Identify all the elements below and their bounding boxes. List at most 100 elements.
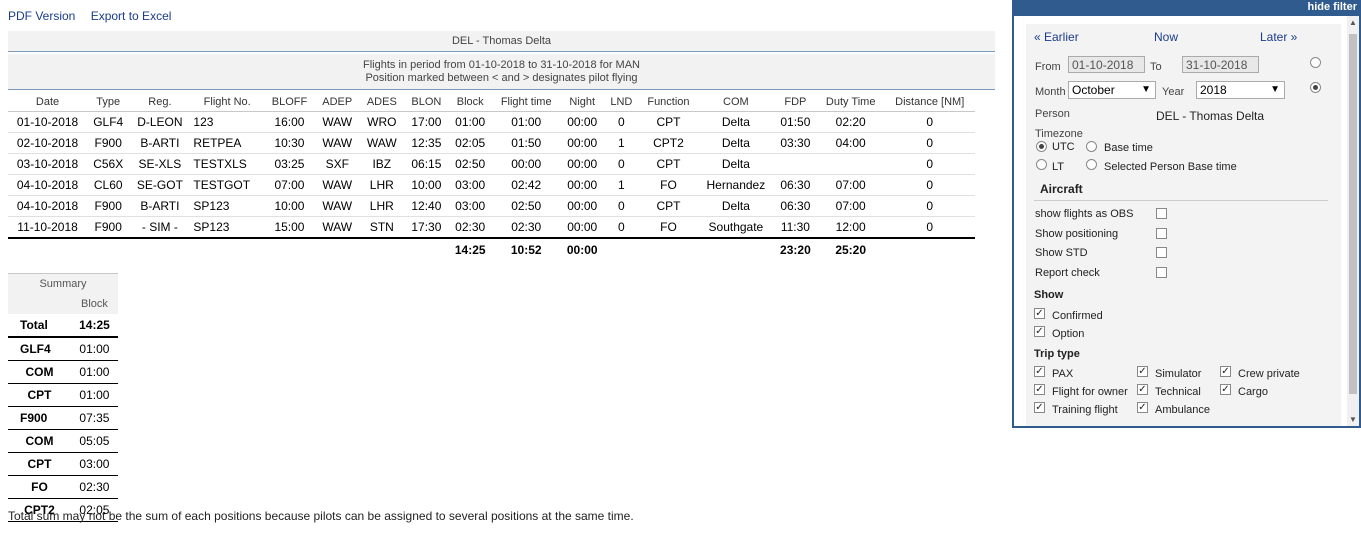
opt-obs-checkbox[interactable] [1156, 208, 1167, 219]
tz-base-radio[interactable] [1086, 141, 1097, 152]
table-cell: 01:50 [491, 132, 561, 154]
summary-row-label: FO [8, 475, 71, 499]
now-link[interactable]: Now [1154, 30, 1178, 44]
summary-row-value: 05:05 [70, 429, 118, 453]
opt-report-checkbox[interactable] [1156, 267, 1167, 278]
table-cell: 123 [190, 111, 264, 133]
totals-cell: 00:00 [560, 237, 604, 260]
table-cell: Hernandez [697, 174, 774, 196]
table-cell: 10:30 [263, 132, 315, 154]
from-date-input[interactable]: 01-10-2018 [1068, 56, 1145, 73]
tz-selected-radio[interactable] [1086, 159, 1097, 170]
table-cell: 11:30 [773, 216, 817, 239]
trip-cargo-checkbox[interactable]: ✓ [1220, 384, 1231, 395]
table-cell: FO [638, 216, 698, 239]
trip-simulator-checkbox[interactable]: ✓ [1137, 366, 1148, 377]
show-option-label: Option [1052, 328, 1085, 340]
table-cell: CPT [638, 111, 698, 133]
scroll-thumb[interactable] [1349, 34, 1357, 394]
trip-technical-checkbox[interactable]: ✓ [1137, 384, 1148, 395]
table-row: 03-10-2018 C56X SE-XLS TESTXLS 03:25 SXF IBZ 06… [8, 153, 975, 175]
scroll-up-icon[interactable]: ▲ [1349, 18, 1357, 27]
totals-cell [190, 237, 264, 260]
period-line-2: Position marked between < and > designat… [365, 72, 638, 84]
col-header: BLOFF [263, 92, 315, 112]
col-header: Duty Time [816, 92, 885, 112]
to-label: To [1150, 61, 1162, 73]
table-cell: 01-10-2018 [8, 111, 88, 133]
show-option-checkbox[interactable]: ✓ [1034, 326, 1045, 337]
summary-row: COM 05:05 [8, 429, 118, 453]
year-select-value: 2018 [1200, 83, 1227, 97]
divider [1034, 200, 1328, 201]
table-cell: B-ARTI [129, 132, 191, 154]
table-cell: 17:00 [404, 111, 449, 133]
table-cell: 02:50 [448, 153, 492, 175]
table-cell: SP123 [190, 195, 264, 217]
scroll-down-icon[interactable]: ▼ [1349, 415, 1357, 424]
totals-cell [8, 237, 88, 260]
opt-std-checkbox[interactable] [1156, 247, 1167, 258]
opt-positioning-checkbox[interactable] [1156, 228, 1167, 239]
trip-training-checkbox[interactable]: ✓ [1034, 402, 1045, 413]
person-label: Person [1035, 108, 1070, 120]
opt-obs-label: show flights as OBS [1035, 208, 1134, 220]
table-cell: B-ARTI [129, 195, 191, 217]
summary-row: GLF4 01:00 [8, 337, 118, 361]
table-cell: GLF4 [87, 111, 130, 133]
table-cell: FO [638, 174, 698, 196]
trip-technical-label: Technical [1155, 386, 1201, 398]
show-confirmed-checkbox[interactable]: ✓ [1034, 308, 1045, 319]
filter-panel: hide filter « Earlier Now Later » From 0… [1012, 0, 1361, 428]
month-select[interactable]: October ▼ [1068, 81, 1156, 99]
month-year-radio[interactable] [1310, 82, 1321, 93]
table-cell: 0 [603, 111, 639, 133]
pdf-version-link[interactable]: PDF Version [8, 9, 75, 23]
table-cell: 12:35 [404, 132, 449, 154]
later-link[interactable]: Later » [1260, 30, 1297, 44]
tz-lt-radio[interactable] [1036, 159, 1047, 170]
table-cell: 1 [603, 132, 639, 154]
year-select[interactable]: 2018 ▼ [1196, 81, 1285, 99]
opt-positioning-label: Show positioning [1035, 228, 1119, 240]
date-range-radio[interactable] [1310, 57, 1321, 68]
opt-std-label: Show STD [1035, 247, 1088, 259]
hide-filter-link[interactable]: hide filter [1307, 1, 1357, 13]
table-row: 11-10-2018 F900- SIM - SP123 15:00 WAW STN 17:… [8, 216, 975, 239]
table-cell: CPT2 [638, 132, 698, 154]
table-cell: WAW [314, 195, 360, 217]
filter-scrollbar[interactable]: ▲ ▼ [1347, 16, 1359, 426]
trip-pax-checkbox[interactable]: ✓ [1034, 366, 1045, 377]
trip-ambulance-checkbox[interactable]: ✓ [1137, 402, 1148, 413]
table-cell: STN [359, 216, 405, 239]
table-cell: D-LEON [129, 111, 191, 133]
table-cell: 11-10-2018 [8, 216, 88, 239]
summary-row-label: COM [8, 429, 71, 453]
export-excel-link[interactable]: Export to Excel [91, 9, 172, 23]
person-value: DEL - Thomas Delta [1156, 109, 1265, 123]
table-cell: 02:05 [448, 132, 492, 154]
trip-crew-private-label: Crew private [1238, 368, 1300, 380]
table-cell: 02-10-2018 [8, 132, 88, 154]
totals-cell [129, 237, 191, 260]
table-cell: 0 [884, 111, 975, 133]
col-header: COM [697, 92, 774, 112]
summary-row-label: CPT [8, 452, 71, 476]
tz-utc-radio[interactable] [1036, 141, 1047, 152]
summary-row-label: COM [8, 360, 71, 384]
trip-pax-label: PAX [1052, 368, 1074, 380]
table-cell: Delta [697, 195, 774, 217]
table-cell: 03:25 [263, 153, 315, 175]
trip-owner-checkbox[interactable]: ✓ [1034, 384, 1045, 395]
table-cell: 02:50 [491, 195, 561, 217]
earlier-link[interactable]: « Earlier [1034, 30, 1079, 44]
trip-crew-private-checkbox[interactable]: ✓ [1220, 366, 1231, 377]
tz-lt-label: LT [1052, 161, 1065, 173]
table-cell: 10:00 [263, 195, 315, 217]
col-header: FDP [773, 92, 817, 112]
period-header: Flights in period from 01-10-2018 to 31-… [8, 54, 995, 90]
summary-row-label: CPT [8, 383, 71, 407]
summary-row-label: F900 [8, 406, 71, 430]
to-date-input[interactable]: 31-10-2018 [1182, 56, 1259, 73]
summary-box: Summary Block Total 14:25 GLF4 01:00 COM 01… [8, 273, 118, 522]
